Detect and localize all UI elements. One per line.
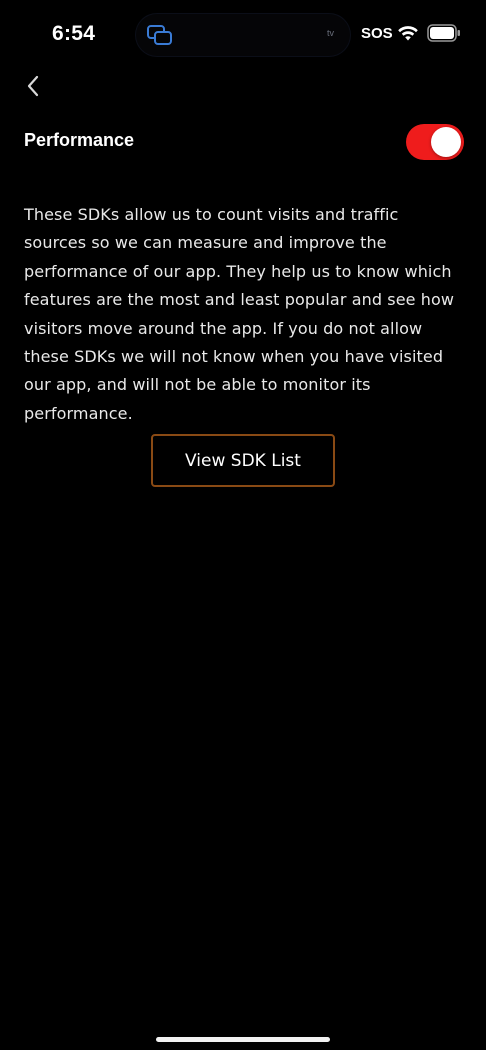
screen-mirroring-icon — [146, 24, 174, 46]
sos-indicator: SOS — [361, 25, 393, 42]
view-sdk-list-button[interactable]: View SDK List — [151, 434, 335, 487]
dynamic-island: tv — [136, 14, 350, 56]
wifi-icon — [396, 24, 420, 42]
performance-setting-row: Performance — [24, 122, 464, 160]
performance-toggle[interactable] — [406, 124, 464, 160]
setting-title: Performance — [24, 130, 135, 150]
chevron-left-icon — [26, 75, 40, 101]
back-button[interactable] — [18, 72, 48, 104]
status-time: 6:54 — [52, 22, 96, 45]
battery-icon — [427, 24, 461, 42]
toggle-knob — [431, 127, 461, 157]
appletv-label: tv — [326, 28, 334, 38]
setting-description: These SDKs allow us to count visits and … — [24, 205, 455, 423]
status-bar: 6:54 tv SOS — [0, 0, 486, 72]
home-indicator[interactable] — [156, 1037, 330, 1042]
